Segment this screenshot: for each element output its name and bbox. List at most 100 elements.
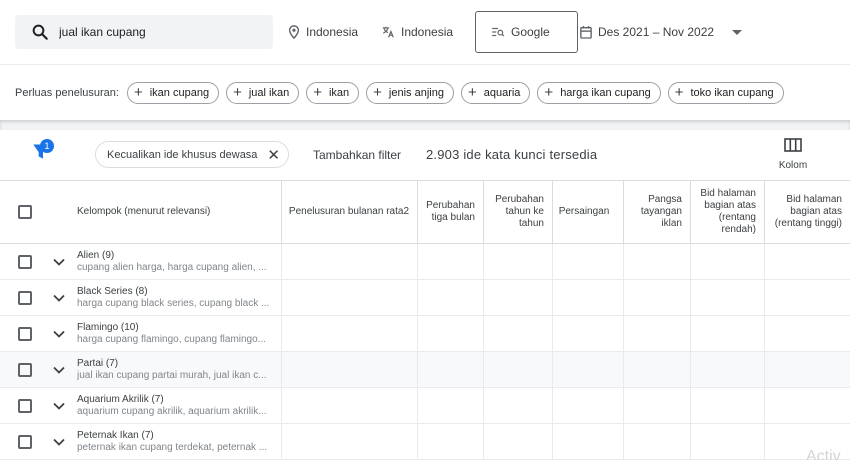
search-icon <box>32 24 48 40</box>
chip-label: jual ikan <box>248 86 290 99</box>
header-label: Perubahan tiga bulan <box>426 200 475 223</box>
broaden-chip[interactable]: + harga ikan cupang <box>537 81 661 104</box>
table-row[interactable]: Partai (7) jual ikan cupang partai murah… <box>0 352 850 388</box>
table-row[interactable]: Flamingo (10) harga cupang flamingo, cup… <box>0 316 850 352</box>
broaden-label: Perluas penelusuran: <box>15 86 119 99</box>
broaden-chip[interactable]: + jenis anjing <box>366 81 454 104</box>
group-keywords: cupang alien harga, harga cupang alien, … <box>77 262 267 273</box>
location-label: Indonesia <box>306 25 359 39</box>
chevron-down-icon[interactable] <box>52 291 66 305</box>
group-name: Flamingo (10) <box>77 322 139 333</box>
header-label: Penelusuran bulanan rata2 <box>288 206 409 217</box>
chevron-down-icon[interactable] <box>52 327 66 341</box>
chevron-down-icon[interactable] <box>52 435 66 449</box>
keyword-groups-table: Kelompok (menurut relevansi) Penelusuran… <box>0 180 850 460</box>
table-header-row: Kelompok (menurut relevansi) Penelusuran… <box>0 181 850 244</box>
table-row[interactable]: Black Series (8) harga cupang black seri… <box>0 280 850 316</box>
chip-label: toko ikan cupang <box>690 86 774 99</box>
chip-label: aquaria <box>483 86 521 99</box>
columns-icon <box>784 138 802 152</box>
date-range-label: Des 2021 – Nov 2022 <box>598 25 715 39</box>
columns-button[interactable]: Kolom <box>772 138 814 171</box>
exclude-adult-filter-chip[interactable]: Kecualikan ide khusus dewasa ✕ <box>95 141 289 168</box>
group-name: Black Series (8) <box>77 286 148 297</box>
calendar-icon <box>580 26 592 39</box>
plus-icon: + <box>544 84 554 101</box>
row-checkbox[interactable] <box>18 435 32 449</box>
plus-icon: + <box>313 84 322 101</box>
keyword-count: 2.903 ide kata kunci tersedia <box>426 147 598 162</box>
language-selector[interactable]: Indonesia <box>381 22 453 42</box>
group-name: Alien (9) <box>77 250 115 261</box>
chip-label: harga ikan cupang <box>560 86 651 99</box>
header-impression-share[interactable]: Pangsa tayangan iklan <box>624 181 691 243</box>
location-selector[interactable]: Indonesia <box>288 22 358 42</box>
chip-label: ikan cupang <box>149 86 210 99</box>
row-checkbox[interactable] <box>18 327 32 341</box>
table-row[interactable]: Alien (9) cupang alien harga, harga cupa… <box>0 244 850 280</box>
filter-chip-label: Kecualikan ide khusus dewasa <box>107 148 258 161</box>
top-search-bar: Indonesia Indonesia Google Des 2021 – No… <box>0 0 850 64</box>
header-bid-high[interactable]: Bid halaman bagian atas (rentang tinggi) <box>765 181 850 243</box>
network-label: Google <box>511 25 550 39</box>
group-keywords: harga cupang flamingo, cupang flamingo..… <box>77 334 267 345</box>
group-keywords: jual ikan cupang partai murah, jual ikan… <box>77 370 267 381</box>
network-selector[interactable]: Google <box>475 11 578 53</box>
row-checkbox[interactable] <box>18 255 32 269</box>
translate-icon <box>382 26 394 38</box>
chip-label: ikan <box>328 86 350 99</box>
keyword-search-box[interactable] <box>15 15 273 49</box>
broaden-chip[interactable]: + jual ikan <box>226 81 300 104</box>
broaden-chip[interactable]: + ikan <box>306 81 360 104</box>
chevron-down-icon[interactable] <box>52 255 66 269</box>
section-divider <box>0 120 850 130</box>
broaden-search-row: Perluas penelusuran: + ikan cupang + jual … <box>0 64 850 120</box>
plus-icon: + <box>233 84 242 101</box>
group-keywords: harga cupang black series, cupang black … <box>77 298 270 309</box>
table-row[interactable]: Aquarium Akrilik (7) aquarium cupang akr… <box>0 388 850 424</box>
close-icon[interactable]: ✕ <box>267 146 280 164</box>
columns-label: Kolom <box>778 160 808 171</box>
chevron-down-icon[interactable] <box>52 399 66 413</box>
row-checkbox[interactable] <box>18 363 32 377</box>
row-checkbox[interactable] <box>18 399 32 413</box>
header-yoy-change[interactable]: Perubahan tahun ke tahun <box>484 181 553 243</box>
chip-label: jenis anjing <box>388 86 444 99</box>
date-range-selector[interactable]: Des 2021 – Nov 2022 <box>580 22 743 42</box>
header-bid-low[interactable]: Bid halaman bagian atas (rentang rendah) <box>691 181 765 243</box>
header-label: Pangsa tayangan iklan <box>640 194 682 229</box>
select-all-checkbox[interactable] <box>18 205 32 219</box>
plus-icon: + <box>674 84 684 101</box>
header-avg-searches[interactable]: Penelusuran bulanan rata2 <box>282 181 418 243</box>
plus-icon: + <box>373 84 382 101</box>
add-filter-button[interactable]: Tambahkan filter <box>313 148 401 162</box>
search-network-icon <box>492 27 505 37</box>
header-competition[interactable]: Persaingan <box>553 181 624 243</box>
location-pin-icon <box>288 25 300 39</box>
row-checkbox[interactable] <box>18 291 32 305</box>
group-name: Peternak Ikan (7) <box>77 430 154 441</box>
plus-icon: + <box>467 84 477 101</box>
header-group-label: Kelompok (menurut relevansi) <box>77 206 211 217</box>
filter-count-badge: 1 <box>40 139 54 153</box>
group-keywords: peternak ikan cupang terdekat, peternak … <box>77 442 268 453</box>
dropdown-caret-icon <box>732 29 743 35</box>
plus-icon: + <box>133 84 143 101</box>
header-label: Perubahan tahun ke tahun <box>495 194 544 229</box>
group-name: Aquarium Akrilik (7) <box>77 394 164 405</box>
header-label: Persaingan <box>558 206 610 217</box>
language-label: Indonesia <box>401 25 454 39</box>
broaden-chip[interactable]: + ikan cupang <box>126 81 220 104</box>
os-activation-watermark: Activ <box>806 448 841 460</box>
table-row[interactable]: Peternak Ikan (7) peternak ikan cupang t… <box>0 424 850 460</box>
group-name: Partai (7) <box>77 358 119 369</box>
header-three-month-change[interactable]: Perubahan tiga bulan <box>418 181 484 243</box>
broaden-chip[interactable]: + aquaria <box>460 81 531 104</box>
group-keywords: aquarium cupang akrilik, aquarium akrili… <box>77 406 267 417</box>
broaden-chip[interactable]: + toko ikan cupang <box>667 81 784 104</box>
header-label: Bid halaman bagian atas (rentang rendah) <box>700 188 756 235</box>
header-group[interactable]: Kelompok (menurut relevansi) <box>0 181 282 243</box>
header-label: Bid halaman bagian atas (rentang tinggi) <box>774 194 842 229</box>
search-input[interactable] <box>59 25 259 39</box>
chevron-down-icon[interactable] <box>52 363 66 377</box>
